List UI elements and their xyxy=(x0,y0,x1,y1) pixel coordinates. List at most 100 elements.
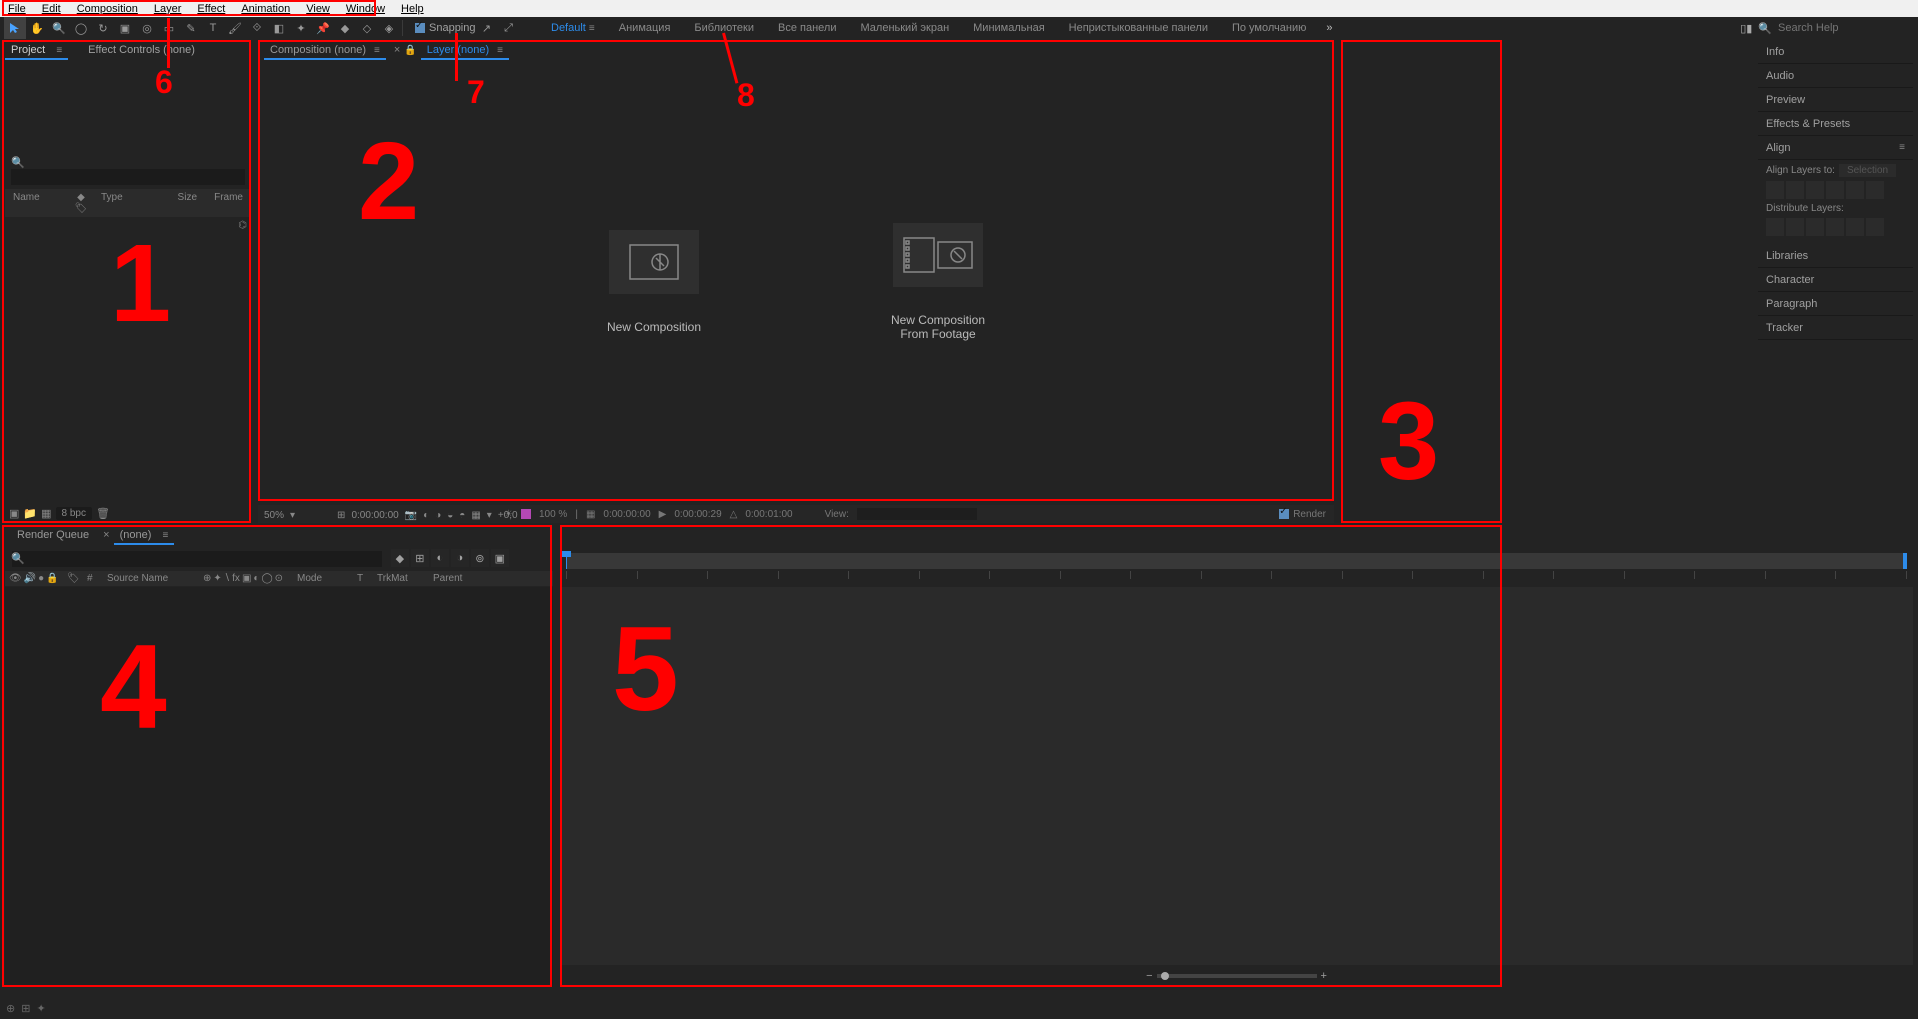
dropdown-icon[interactable]: ▾ xyxy=(487,510,492,521)
new-composition-button[interactable]: New Composition xyxy=(544,230,764,334)
dist-icon[interactable] xyxy=(1806,218,1824,236)
hamburger-icon[interactable]: ≡ xyxy=(56,45,62,56)
panel-effects-presets[interactable]: Effects & Presets xyxy=(1758,112,1913,136)
playhead-icon[interactable] xyxy=(566,553,567,569)
hamburger-icon[interactable]: ≡ xyxy=(374,45,380,56)
hamburger-icon[interactable]: ≡ xyxy=(1899,142,1905,153)
solo-icon[interactable]: ● xyxy=(38,573,44,584)
mag-pct[interactable]: 50% xyxy=(264,510,284,521)
trash-icon[interactable]: 🗑 xyxy=(96,507,110,520)
tl-action-icon[interactable]: ◑ xyxy=(451,549,469,567)
tl-action-icon[interactable]: ◆ xyxy=(391,549,409,567)
color-depth-toggle[interactable]: 8 bpc xyxy=(56,507,92,520)
pan-behind-tool-icon[interactable]: ◎ xyxy=(136,17,158,39)
timeline-tracks[interactable] xyxy=(560,587,1913,965)
menu-animation[interactable]: Animation xyxy=(233,2,298,16)
text-tool-icon[interactable]: T xyxy=(202,17,224,39)
snap-opt-icon-b[interactable]: ⤢ xyxy=(498,17,520,39)
roto-tool-icon[interactable]: ✦ xyxy=(290,17,312,39)
dist-icon[interactable] xyxy=(1786,218,1804,236)
dist-icon[interactable] xyxy=(1826,218,1844,236)
exposure-adj[interactable]: +0,0 xyxy=(498,510,518,521)
work-area-end[interactable] xyxy=(1903,553,1907,569)
align-left-icon[interactable] xyxy=(1766,181,1784,199)
workspace-item[interactable]: Минимальная xyxy=(961,18,1057,38)
current-time[interactable]: 0:00:00:00 xyxy=(351,510,398,521)
panel-paragraph[interactable]: Paragraph xyxy=(1758,292,1913,316)
hamburger-icon[interactable]: ≡ xyxy=(497,45,503,56)
tl-action-icon[interactable]: ◐ xyxy=(431,549,449,567)
col-index[interactable]: # xyxy=(87,573,101,584)
timeline-search-input[interactable] xyxy=(12,551,382,567)
zoom-tool-icon[interactable]: 🔍 xyxy=(48,17,70,39)
menu-help[interactable]: Help xyxy=(393,2,432,16)
tab-layer[interactable]: Layer (none)≡ xyxy=(421,41,509,59)
workspace-item[interactable]: Анимация xyxy=(607,18,683,38)
tl-action-icon[interactable]: ⊞ xyxy=(411,549,429,567)
zoom-in-icon[interactable]: + xyxy=(1321,970,1327,982)
align-hcenter-icon[interactable] xyxy=(1786,181,1804,199)
dist-icon[interactable] xyxy=(1866,218,1884,236)
res-dropdown-icon[interactable]: ▾ xyxy=(290,510,295,521)
channel-icon3[interactable]: ◒ xyxy=(447,510,453,521)
close-icon[interactable]: × xyxy=(103,529,109,541)
snapshot-icon[interactable]: 📷 xyxy=(405,510,417,521)
zoom-out-icon[interactable]: − xyxy=(1146,970,1152,982)
hand-tool-icon[interactable]: ✋ xyxy=(26,17,48,39)
menu-effect[interactable]: Effect xyxy=(189,2,233,16)
hamburger-icon[interactable]: ≡ xyxy=(162,530,168,541)
brush-tool-icon[interactable]: 🖌 xyxy=(224,17,246,39)
pen-tool-icon[interactable]: ✎ xyxy=(180,17,202,39)
panel-align[interactable]: Align≡ xyxy=(1758,136,1913,160)
tab-effect-controls[interactable]: Effect Controls (none) xyxy=(82,41,201,59)
status-icon[interactable]: ✦ xyxy=(36,1002,45,1015)
channel-icon2[interactable]: ◑ xyxy=(435,510,441,521)
workspace-more-button[interactable]: » xyxy=(1318,18,1340,38)
tab-render-queue[interactable]: Render Queue xyxy=(11,526,95,544)
close-tab-icon[interactable]: × xyxy=(394,44,400,56)
dist-icon[interactable] xyxy=(1766,218,1784,236)
puppet-tool-icon[interactable]: 📌 xyxy=(312,17,334,39)
panel-preview[interactable]: Preview xyxy=(1758,88,1913,112)
project-column-headers[interactable]: Name ◆ 🏷 Type Size Frame xyxy=(5,189,251,217)
panel-tracker[interactable]: Tracker xyxy=(1758,316,1913,340)
panel-libraries[interactable]: Libraries xyxy=(1758,244,1913,268)
col-source-name[interactable]: Source Name xyxy=(107,573,197,584)
workspace-item[interactable]: Библиотеки xyxy=(682,18,766,38)
align-vcenter-icon[interactable] xyxy=(1846,181,1864,199)
menu-view[interactable]: View xyxy=(298,2,338,16)
project-search-input[interactable] xyxy=(11,169,245,185)
workspace-item[interactable]: Маленький экран xyxy=(849,18,962,38)
time-ruler[interactable] xyxy=(566,553,1907,569)
status-icon[interactable]: ⊞ xyxy=(21,1002,30,1015)
new-comp-from-footage-button[interactable]: New Composition From Footage xyxy=(828,223,1048,341)
tab-timeline-none[interactable]: (none) ≡ xyxy=(114,526,175,544)
dist-icon[interactable] xyxy=(1846,218,1864,236)
panel-audio[interactable]: Audio xyxy=(1758,64,1913,88)
tab-composition[interactable]: Composition (none)≡ xyxy=(264,41,386,59)
selection-tool-icon[interactable] xyxy=(4,17,26,39)
eraser-tool-icon[interactable]: ◧ xyxy=(268,17,290,39)
clone-tool-icon[interactable]: ⟐ xyxy=(246,17,268,39)
tl-action-icon[interactable]: ⊚ xyxy=(471,549,489,567)
workspace-item[interactable]: По умолчанию xyxy=(1220,18,1318,38)
snap-opt-icon-a[interactable]: ↗ xyxy=(476,17,498,39)
timeline-layer-area[interactable] xyxy=(5,587,553,987)
col-name[interactable]: Name xyxy=(7,191,67,215)
panel-info[interactable]: Info xyxy=(1758,40,1913,64)
col-t[interactable]: T xyxy=(357,573,371,584)
rotate-tool-icon[interactable]: ↻ xyxy=(92,17,114,39)
zoom-slider[interactable] xyxy=(1157,974,1317,978)
comp-icon[interactable]: ▦ xyxy=(41,507,51,520)
tool-icon-a[interactable]: ◆ xyxy=(334,17,356,39)
col-size[interactable]: Size xyxy=(145,191,203,215)
lock-icon[interactable]: 🔒 xyxy=(46,573,58,584)
col-tag-icon[interactable]: 🏷 xyxy=(67,573,81,584)
status-icon[interactable]: ⊕ xyxy=(6,1002,15,1015)
camera-tool-icon[interactable]: ▣ xyxy=(114,17,136,39)
menu-layer[interactable]: Layer xyxy=(146,2,190,16)
channel-icon[interactable]: ◐ xyxy=(423,510,429,521)
workspace-item[interactable]: Непристыкованные панели xyxy=(1057,18,1220,38)
align-top-icon[interactable] xyxy=(1826,181,1844,199)
align-to-dropdown[interactable]: Selection xyxy=(1839,164,1896,177)
